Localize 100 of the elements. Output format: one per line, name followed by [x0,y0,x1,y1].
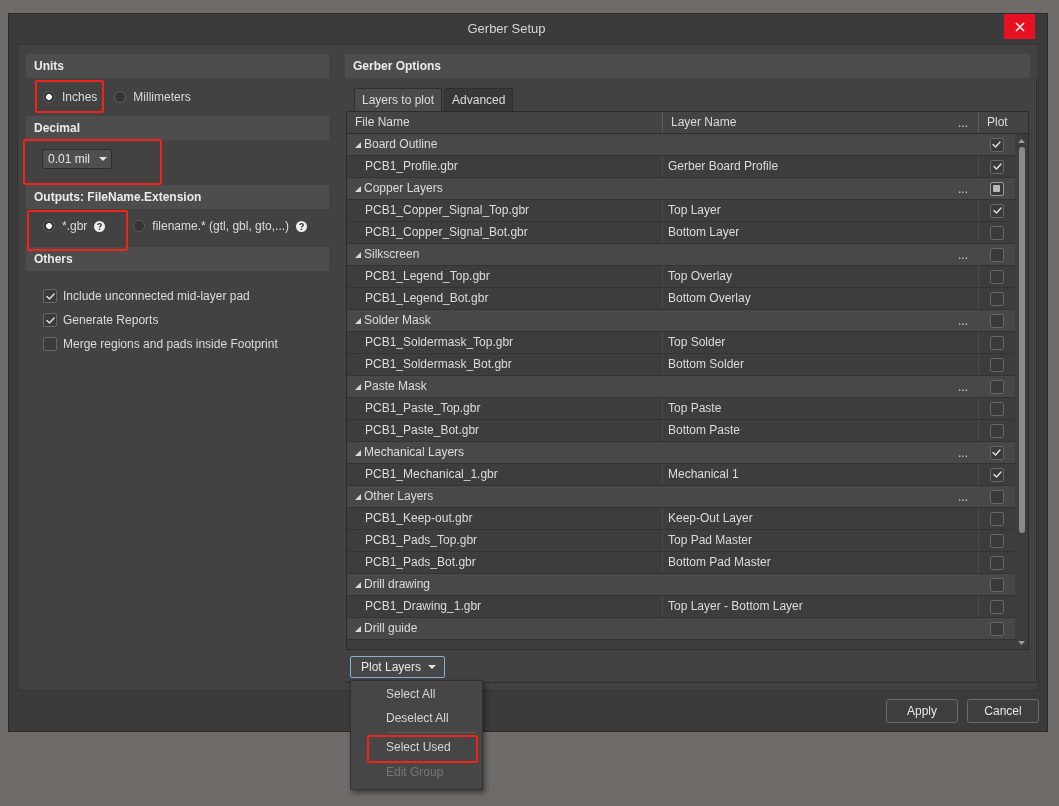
group-row[interactable]: Mechanical Layers ... [347,442,1015,464]
checkbox[interactable] [990,269,1004,284]
checkbox[interactable] [990,291,1004,306]
table-cell: Top Pad Master [662,530,978,551]
checkbox-label: Generate Reports [63,312,159,328]
checkbox[interactable] [43,313,57,327]
dialog-button[interactable]: Apply [886,699,958,723]
tab[interactable]: Advanced [444,88,514,111]
more-button[interactable]: ... [956,490,970,503]
more-button[interactable]: ... [956,248,970,261]
table-row[interactable]: PCB1_Mechanical_1.gbr Mechanical 1 [347,464,1015,486]
table-cell: Mechanical 1 [662,464,978,485]
checkbox[interactable] [989,489,1004,504]
checkbox[interactable] [989,313,1004,328]
table-cell: Top Solder [662,332,978,353]
group-row[interactable]: Board Outline [347,134,1015,156]
group-name: Drill drawing [364,577,431,592]
table-row[interactable]: PCB1_Paste_Top.gbr Top Paste [347,398,1015,420]
section-header: Others [26,247,329,271]
group-name: Silkscreen [364,247,420,262]
checkbox[interactable] [990,159,1004,174]
table-cell: Bottom Overlay [662,288,978,309]
section-header: Outputs: FileName.Extension [26,185,329,209]
radio-label: *.gbr [62,219,88,234]
radio-button[interactable] [133,220,146,233]
group-name: Board Outline [364,137,438,152]
table-row[interactable]: PCB1_Paste_Bot.gbr Bottom Paste [347,420,1015,442]
radio-button[interactable] [43,220,55,233]
more-button[interactable]: ... [956,182,970,195]
checkbox[interactable] [989,247,1004,262]
checkbox[interactable] [990,357,1004,372]
table-row[interactable]: PCB1_Soldermask_Bot.gbr Bottom Solder [347,354,1015,376]
column-header: Layer Name [671,115,737,130]
table-row[interactable]: PCB1_Keep-out.gbr Keep-Out Layer [347,508,1015,530]
table-row[interactable]: PCB1_Soldermask_Top.gbr Top Solder [347,332,1015,354]
more-button[interactable]: ... [956,446,970,459]
checkbox[interactable] [990,467,1004,482]
group-row[interactable]: Solder Mask ... [347,310,1015,332]
checkbox[interactable] [990,335,1004,350]
table-cell-text: PCB1_Mechanical_1.gbr [364,466,499,484]
group-row[interactable]: Copper Layers ... [347,178,1015,200]
more-button[interactable]: ... [956,380,970,393]
checkbox[interactable] [43,337,57,351]
checkbox[interactable] [990,225,1004,240]
table-cell-text: PCB1_Paste_Top.gbr [364,400,482,418]
table-row[interactable]: PCB1_Copper_Signal_Top.gbr Top Layer [347,200,1015,222]
table-row[interactable]: PCB1_Pads_Top.gbr Top Pad Master [347,530,1015,552]
filled-square-icon [993,185,1000,192]
table-row[interactable]: PCB1_Pads_Bot.gbr Bottom Pad Master [347,552,1015,574]
radio-button[interactable] [43,91,55,103]
table-row[interactable]: PCB1_Copper_Signal_Bot.gbr Bottom Layer [347,222,1015,244]
table-row[interactable]: PCB1_Profile.gbr Gerber Board Profile [347,156,1015,178]
checkmark-icon [45,292,55,300]
table-row[interactable]: PCB1_Legend_Bot.gbr Bottom Overlay [347,288,1015,310]
section-header: Decimal [26,116,329,140]
group-row[interactable]: Silkscreen ... [347,244,1015,266]
menu-item[interactable]: Deselect All [351,706,482,730]
up-arrow-icon [1018,139,1025,143]
more-button[interactable]: ... [956,314,970,327]
group-name: Paste Mask [364,379,427,394]
checkbox[interactable] [989,445,1004,460]
table-cell: Keep-Out Layer [662,508,978,529]
radio-button[interactable] [114,91,127,103]
checkbox[interactable] [989,577,1004,592]
table-row[interactable]: PCB1_Drawing_1.gbr Top Layer - Bottom Layer [347,596,1015,618]
checkbox[interactable] [989,181,1004,196]
table-cell: Bottom Layer [662,222,978,243]
checkmark-icon [45,316,55,324]
close-button[interactable] [1004,14,1035,39]
section-header: Gerber Options [345,54,1030,78]
decimal-dropdown[interactable]: 0.01 mil [42,149,112,169]
checkbox[interactable] [990,203,1004,218]
checkbox[interactable] [43,289,57,303]
group-name: Mechanical Layers [364,445,465,460]
group-row[interactable]: Drill guide [347,618,1015,640]
group-row[interactable]: Drill drawing [347,574,1015,596]
table-row[interactable]: PCB1_Legend_Top.gbr Top Overlay [347,266,1015,288]
scrollbar-thumb[interactable] [1018,147,1025,533]
tab[interactable]: Layers to plot [354,88,443,111]
plot-layers-dropdown[interactable]: Plot Layers [350,656,446,678]
dialog-button[interactable]: Cancel [967,699,1039,723]
checkbox[interactable] [990,511,1004,526]
checkbox[interactable] [989,379,1004,394]
table-cell: Bottom Pad Master [662,552,978,573]
menu-item[interactable]: Select All [351,682,482,706]
checkbox[interactable] [990,533,1004,548]
checkbox[interactable] [990,401,1004,416]
more-button[interactable]: ... [956,116,970,129]
checkbox[interactable] [990,555,1004,570]
group-row[interactable]: Paste Mask ... [347,376,1015,398]
checkmark-icon [992,449,1001,456]
checkmark-icon [992,163,1002,170]
help-icon [94,220,106,232]
group-row[interactable]: Other Layers ... [347,486,1015,508]
table-cell-text: PCB1_Soldermask_Bot.gbr [364,356,513,374]
table-cell-text: PCB1_Paste_Bot.gbr [364,422,481,440]
checkbox[interactable] [989,137,1004,152]
checkbox[interactable] [990,423,1004,438]
checkbox[interactable] [990,599,1004,614]
checkbox[interactable] [989,621,1004,636]
